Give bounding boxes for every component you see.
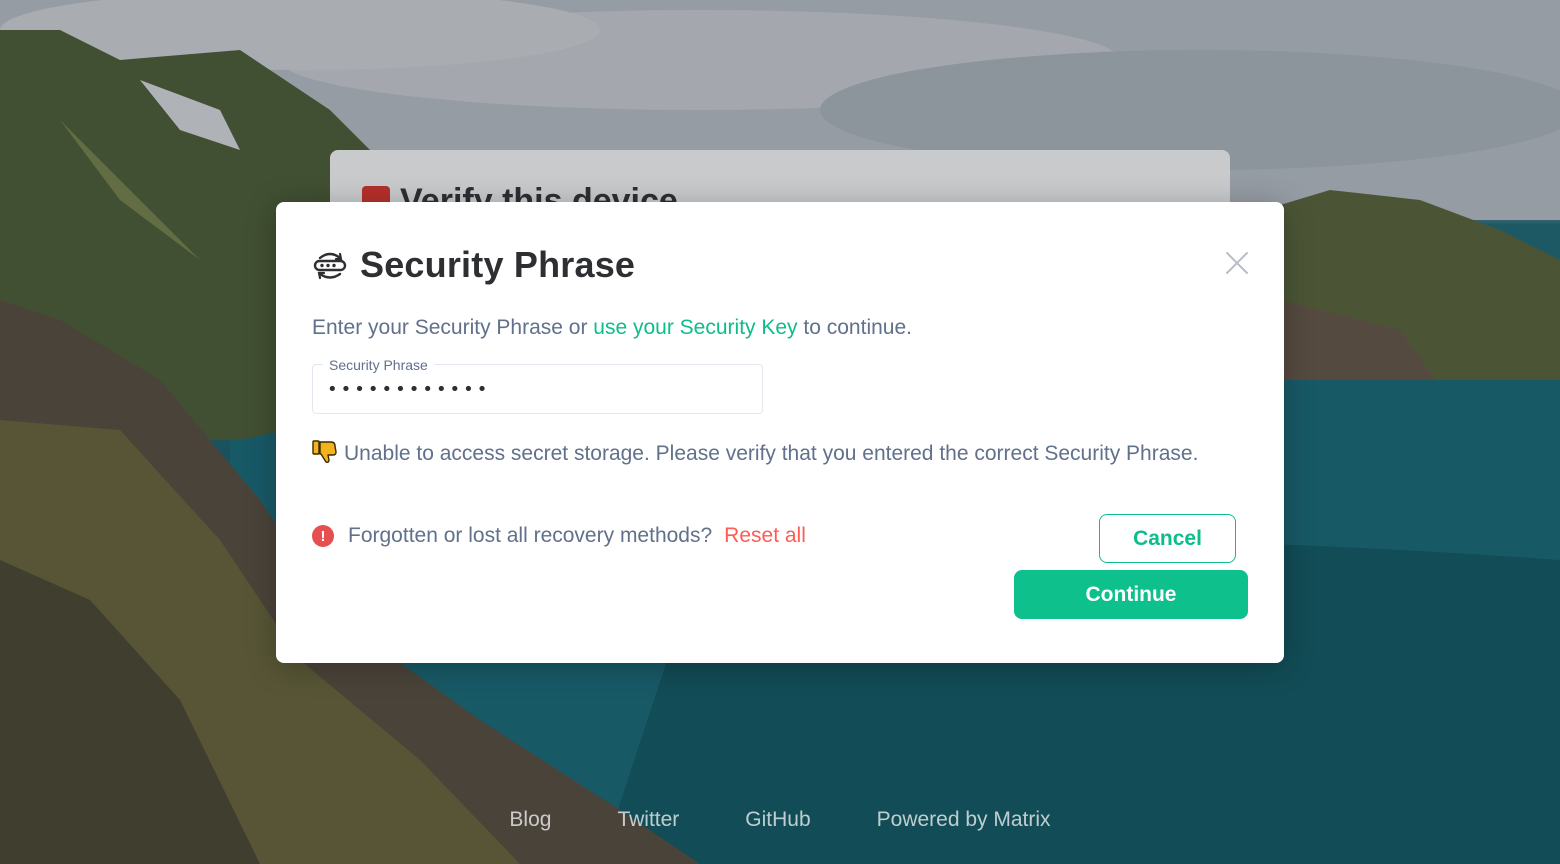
continue-button[interactable]: Continue	[1014, 570, 1248, 619]
security-phrase-input[interactable]	[327, 379, 748, 400]
reset-prompt: Forgotten or lost all recovery methods?	[348, 524, 713, 547]
reset-row: ! Forgotten or lost all recovery methods…	[312, 524, 806, 548]
reset-all-link[interactable]: Reset all	[724, 524, 806, 548]
warning-icon: !	[312, 525, 334, 547]
security-phrase-field[interactable]: Security Phrase	[312, 357, 763, 414]
security-phrase-label: Security Phrase	[323, 357, 434, 373]
use-security-key-link[interactable]: use your Security Key	[593, 316, 797, 339]
dialog-header: Security Phrase	[312, 244, 635, 286]
close-icon	[1226, 252, 1248, 274]
footer-link-powered-by-matrix[interactable]: Powered by Matrix	[877, 808, 1051, 832]
intro-prefix: Enter your Security Phrase or	[312, 316, 594, 339]
dialog-title: Security Phrase	[360, 244, 636, 285]
cancel-button[interactable]: Cancel	[1099, 514, 1236, 563]
error-text: Unable to access secret storage. Please …	[344, 442, 1199, 465]
footer-link-github[interactable]: GitHub	[745, 808, 810, 832]
intro-text: Enter your Security Phrase or use your S…	[312, 316, 912, 340]
error-message: Unable to access secret storage. Please …	[312, 440, 1252, 468]
footer-link-twitter[interactable]: Twitter	[617, 808, 679, 832]
footer-link-blog[interactable]: Blog	[509, 808, 551, 832]
intro-suffix: to continue.	[797, 316, 912, 339]
thumbs-down-icon	[312, 440, 337, 463]
close-button[interactable]	[1224, 250, 1250, 276]
security-phrase-icon	[313, 252, 347, 280]
security-phrase-dialog: Security Phrase Enter your Security Phra…	[276, 202, 1284, 663]
app-window: Verify this device Security Phrase Enter…	[0, 0, 1560, 864]
footer: Blog Twitter GitHub Powered by Matrix	[0, 808, 1560, 832]
